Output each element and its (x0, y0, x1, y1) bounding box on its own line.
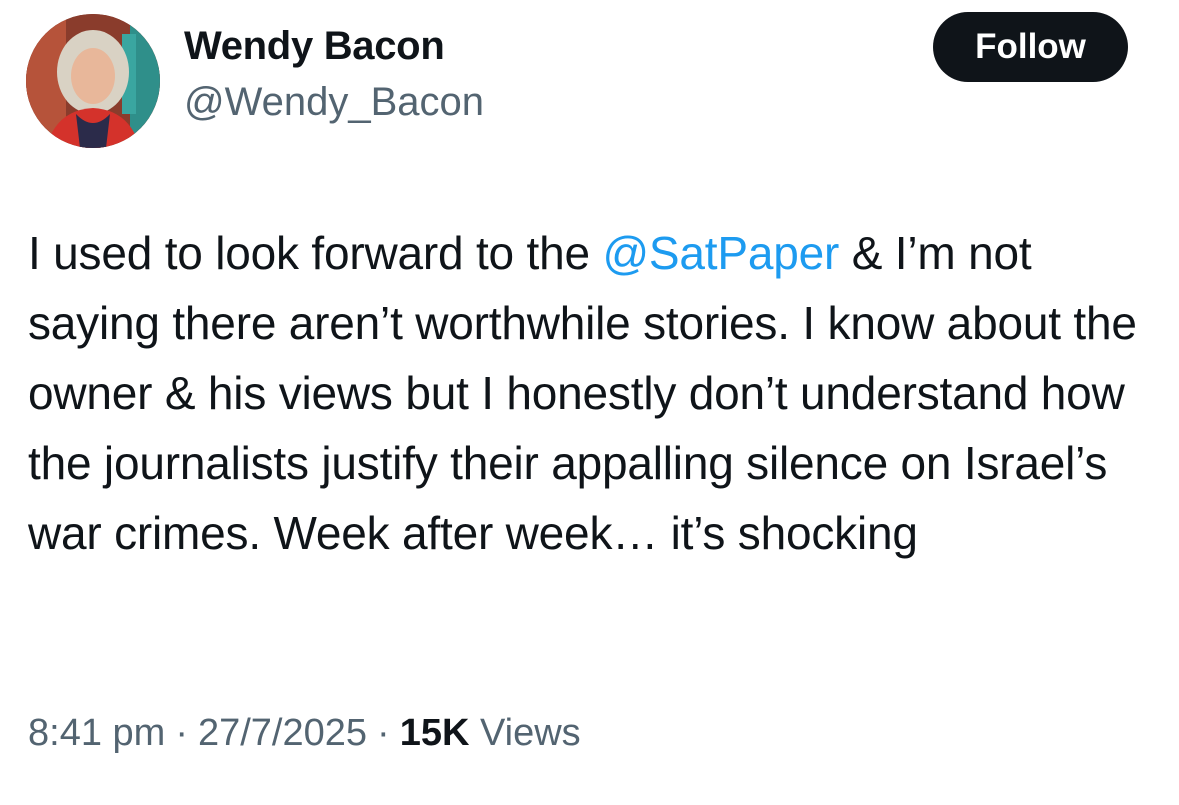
mention-link[interactable]: @SatPaper (602, 227, 839, 279)
views-count: 15K (399, 712, 470, 754)
tweet-meta: 8:41 pm · 27/7/2025 · 15K Views (28, 712, 581, 755)
separator-dot: · (377, 712, 390, 754)
tweet-time[interactable]: 8:41 pm (28, 712, 165, 754)
tweet-date[interactable]: 27/7/2025 (198, 712, 367, 754)
follow-button[interactable]: Follow (933, 12, 1128, 82)
tweet-text: I used to look forward to the @SatPaper … (28, 218, 1158, 568)
avatar-image (26, 14, 160, 148)
tweet: Wendy Bacon @Wendy_Bacon Follow I used t… (0, 0, 1179, 805)
author-handle[interactable]: @Wendy_Bacon (184, 80, 484, 125)
separator-dot: · (175, 712, 188, 754)
avatar[interactable] (26, 14, 160, 148)
author-name[interactable]: Wendy Bacon (184, 24, 445, 69)
views-label: Views (479, 712, 581, 754)
tweet-text-before: I used to look forward to the (28, 227, 603, 279)
